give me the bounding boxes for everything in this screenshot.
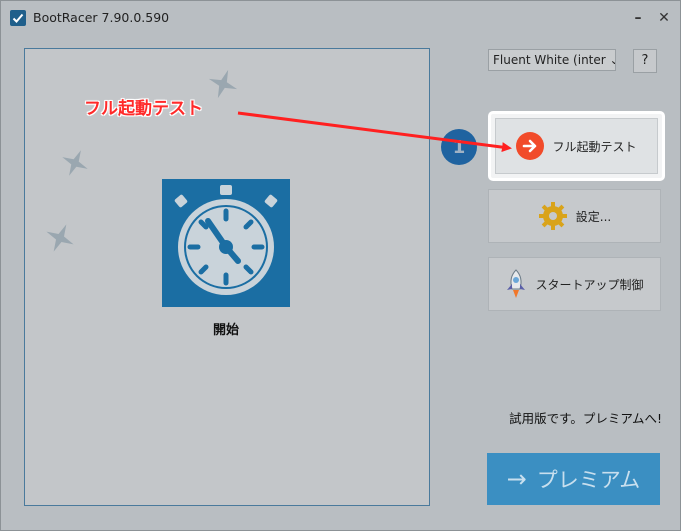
annotation-label: フル起動テスト [84,99,203,119]
annotation-arrow-icon [237,111,512,153]
app-window: BootRacer 7.90.0.590 – ✕ 開始 Fluent White… [0,0,681,531]
